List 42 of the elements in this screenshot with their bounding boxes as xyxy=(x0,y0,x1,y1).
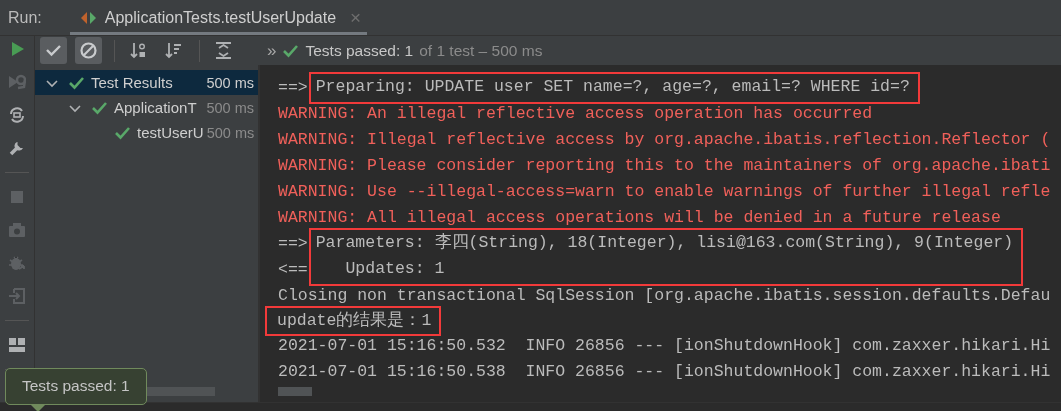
test-name: Test Results xyxy=(91,74,174,91)
tests-detail: of 1 test – 500 ms xyxy=(419,41,543,60)
console-line: update的结果是：1 xyxy=(277,310,432,332)
sort-alpha-icon xyxy=(129,41,148,60)
warning-line: WARNING: An illegal reflective access operation has occurred xyxy=(278,103,874,125)
warning-line: WARNING: Illegal reflective access by org.apache.ibatis.reflection.Reflector ( xyxy=(278,129,1051,151)
run-label: Run: xyxy=(8,8,42,27)
console-prompt: ==> xyxy=(278,77,308,99)
test-name: ApplicationT xyxy=(114,99,198,116)
test-duration: 500 ms xyxy=(206,74,254,91)
run-tab[interactable]: ApplicationTests.testUserUpdate × xyxy=(69,0,368,35)
expand-collapse-icon xyxy=(214,41,233,60)
console-line: Preparing: UPDATE user SET name=?, age=?, email=? WHERE id=? xyxy=(315,76,910,98)
test-name: testUserU xyxy=(137,124,204,141)
console-line: 2021-07-01 15:16:50.538 INFO 26856 --- [ionShutdownHook] com.zaxxer.hikari.Hi xyxy=(278,361,1051,383)
console-line: Closing non transactional SqlSession [org.apache.ibatis.session.defaults.Defau xyxy=(278,285,1051,307)
sort-duration-icon xyxy=(164,41,183,60)
tests-status: Tests passed: 1 xyxy=(305,41,414,60)
console-line: Parameters: 李四(String), 18(Integer), lisi@163.com(String), 9(Integer) xyxy=(315,232,1014,254)
ban-icon xyxy=(79,41,98,60)
tree-row[interactable]: Test Results 500 ms xyxy=(35,70,258,95)
check-button[interactable] xyxy=(40,37,67,64)
refresh-icon[interactable] xyxy=(8,106,26,124)
wrench-icon[interactable] xyxy=(8,139,26,157)
more-icon[interactable]: » xyxy=(267,40,277,61)
tree-row[interactable]: testUserU 500 ms xyxy=(35,120,258,145)
console-line: 2021-07-01 15:16:50.532 INFO 26856 --- [ionShutdownHook] com.zaxxer.hikari.Hi xyxy=(278,335,1051,357)
ban-button[interactable] xyxy=(75,37,102,64)
tooltip: Tests passed: 1 xyxy=(5,368,147,405)
tree-row[interactable]: ApplicationT 500 ms xyxy=(35,95,258,120)
scrollbar-thumb[interactable] xyxy=(278,387,312,396)
console-prompt: ==> xyxy=(278,233,308,255)
warning-line: WARNING: Please consider reporting this to the maintainers of org.apache.ibati xyxy=(278,155,1051,177)
test-duration: 500 ms xyxy=(206,124,255,141)
warning-line: WARNING: All illegal access operations will be denied in a future release xyxy=(278,207,1002,229)
console-prompt: <== xyxy=(278,259,308,281)
tooltip-pointer xyxy=(31,405,45,411)
test-duration: 500 ms xyxy=(206,99,254,116)
layout-icon[interactable] xyxy=(8,336,26,354)
warning-line: WARNING: Use --illegal-access=warn to enable warnings of further illegal refle xyxy=(278,181,1051,203)
test-tab-icon xyxy=(79,9,97,26)
console-line: Updates: 1 xyxy=(344,258,446,280)
